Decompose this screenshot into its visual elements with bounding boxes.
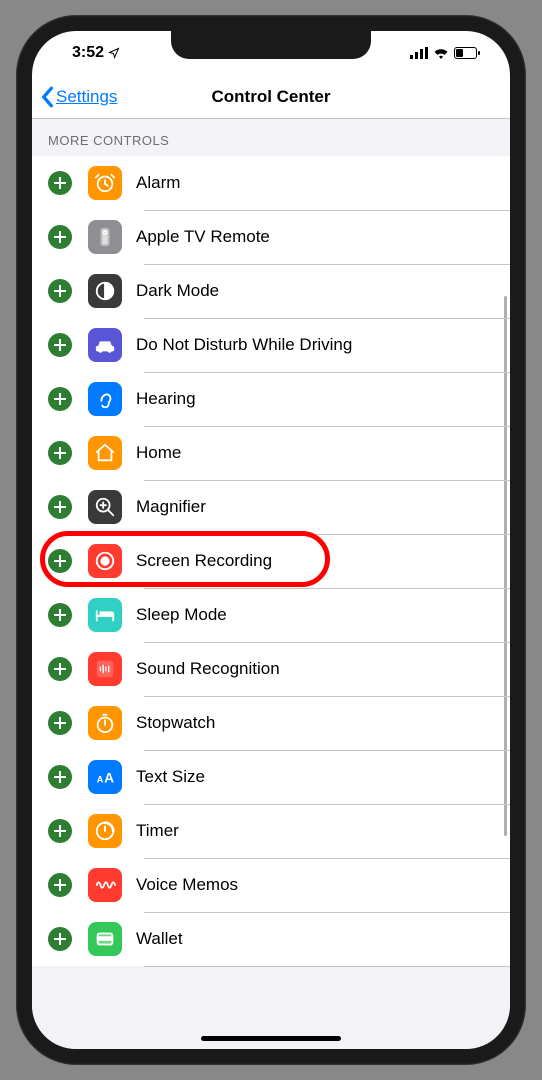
battery-icon (454, 47, 480, 59)
cellular-icon (410, 47, 428, 59)
add-button[interactable] (48, 387, 72, 411)
page-title: Control Center (212, 87, 331, 107)
add-button[interactable] (48, 765, 72, 789)
add-button[interactable] (48, 603, 72, 627)
add-button[interactable] (48, 819, 72, 843)
phone-frame: 3:52 Settings Control Center MORE CONTRO… (16, 15, 526, 1065)
add-button[interactable] (48, 225, 72, 249)
screen: 3:52 Settings Control Center MORE CONTRO… (32, 31, 510, 1049)
bed-icon (88, 598, 122, 632)
list-item[interactable]: Wallet (32, 912, 510, 966)
row-label: Dark Mode (136, 281, 219, 301)
add-button[interactable] (48, 441, 72, 465)
row-label: Do Not Disturb While Driving (136, 335, 352, 355)
notch (171, 31, 371, 59)
nav-bar: Settings Control Center (32, 75, 510, 119)
back-label: Settings (56, 87, 117, 107)
location-icon (108, 47, 120, 59)
text-size-icon: AA (88, 760, 122, 794)
list-item[interactable]: Home (32, 426, 510, 480)
add-button[interactable] (48, 171, 72, 195)
add-button[interactable] (48, 873, 72, 897)
section-header: MORE CONTROLS (32, 119, 510, 156)
list-item[interactable]: Sleep Mode (32, 588, 510, 642)
wifi-icon (433, 47, 449, 59)
record-icon (88, 544, 122, 578)
row-label: Text Size (136, 767, 205, 787)
list-item[interactable]: Timer (32, 804, 510, 858)
svg-text:A: A (97, 775, 104, 785)
row-label: Home (136, 443, 181, 463)
add-button[interactable] (48, 657, 72, 681)
add-button[interactable] (48, 711, 72, 735)
row-label: Screen Recording (136, 551, 272, 571)
status-time: 3:52 (72, 44, 104, 62)
list-item[interactable]: Hearing (32, 372, 510, 426)
dark-mode-icon (88, 274, 122, 308)
add-button[interactable] (48, 549, 72, 573)
row-label: Voice Memos (136, 875, 238, 895)
back-button[interactable]: Settings (32, 86, 117, 108)
row-label: Wallet (136, 929, 183, 949)
magnifier-icon (88, 490, 122, 524)
content[interactable]: MORE CONTROLS Alarm Apple TV Remote Dark M… (32, 119, 510, 1049)
wallet-icon (88, 922, 122, 956)
car-icon (88, 328, 122, 362)
row-label: Sound Recognition (136, 659, 280, 679)
add-button[interactable] (48, 333, 72, 357)
list-item[interactable]: Stopwatch (32, 696, 510, 750)
list-item[interactable]: AA Text Size (32, 750, 510, 804)
row-label: Alarm (136, 173, 180, 193)
voice-memos-icon (88, 868, 122, 902)
add-button[interactable] (48, 495, 72, 519)
row-label: Timer (136, 821, 179, 841)
controls-list: Alarm Apple TV Remote Dark Mode Do Not Dist… (32, 156, 510, 966)
list-item[interactable]: Do Not Disturb While Driving (32, 318, 510, 372)
list-item[interactable]: Dark Mode (32, 264, 510, 318)
svg-text:A: A (104, 771, 114, 786)
remote-icon (88, 220, 122, 254)
sound-recognition-icon (88, 652, 122, 686)
list-item[interactable]: Apple TV Remote (32, 210, 510, 264)
list-item[interactable]: Magnifier (32, 480, 510, 534)
add-button[interactable] (48, 279, 72, 303)
row-label: Sleep Mode (136, 605, 227, 625)
alarm-icon (88, 166, 122, 200)
add-button[interactable] (48, 927, 72, 951)
row-label: Hearing (136, 389, 196, 409)
ear-icon (88, 382, 122, 416)
home-icon (88, 436, 122, 470)
stopwatch-icon (88, 706, 122, 740)
timer-icon (88, 814, 122, 848)
chevron-left-icon (40, 86, 54, 108)
row-label: Magnifier (136, 497, 206, 517)
row-label: Apple TV Remote (136, 227, 270, 247)
list-item[interactable]: Voice Memos (32, 858, 510, 912)
row-label: Stopwatch (136, 713, 215, 733)
list-item[interactable]: Sound Recognition (32, 642, 510, 696)
home-indicator[interactable] (201, 1036, 341, 1041)
list-item[interactable]: Alarm (32, 156, 510, 210)
list-item[interactable]: Screen Recording (32, 534, 510, 588)
